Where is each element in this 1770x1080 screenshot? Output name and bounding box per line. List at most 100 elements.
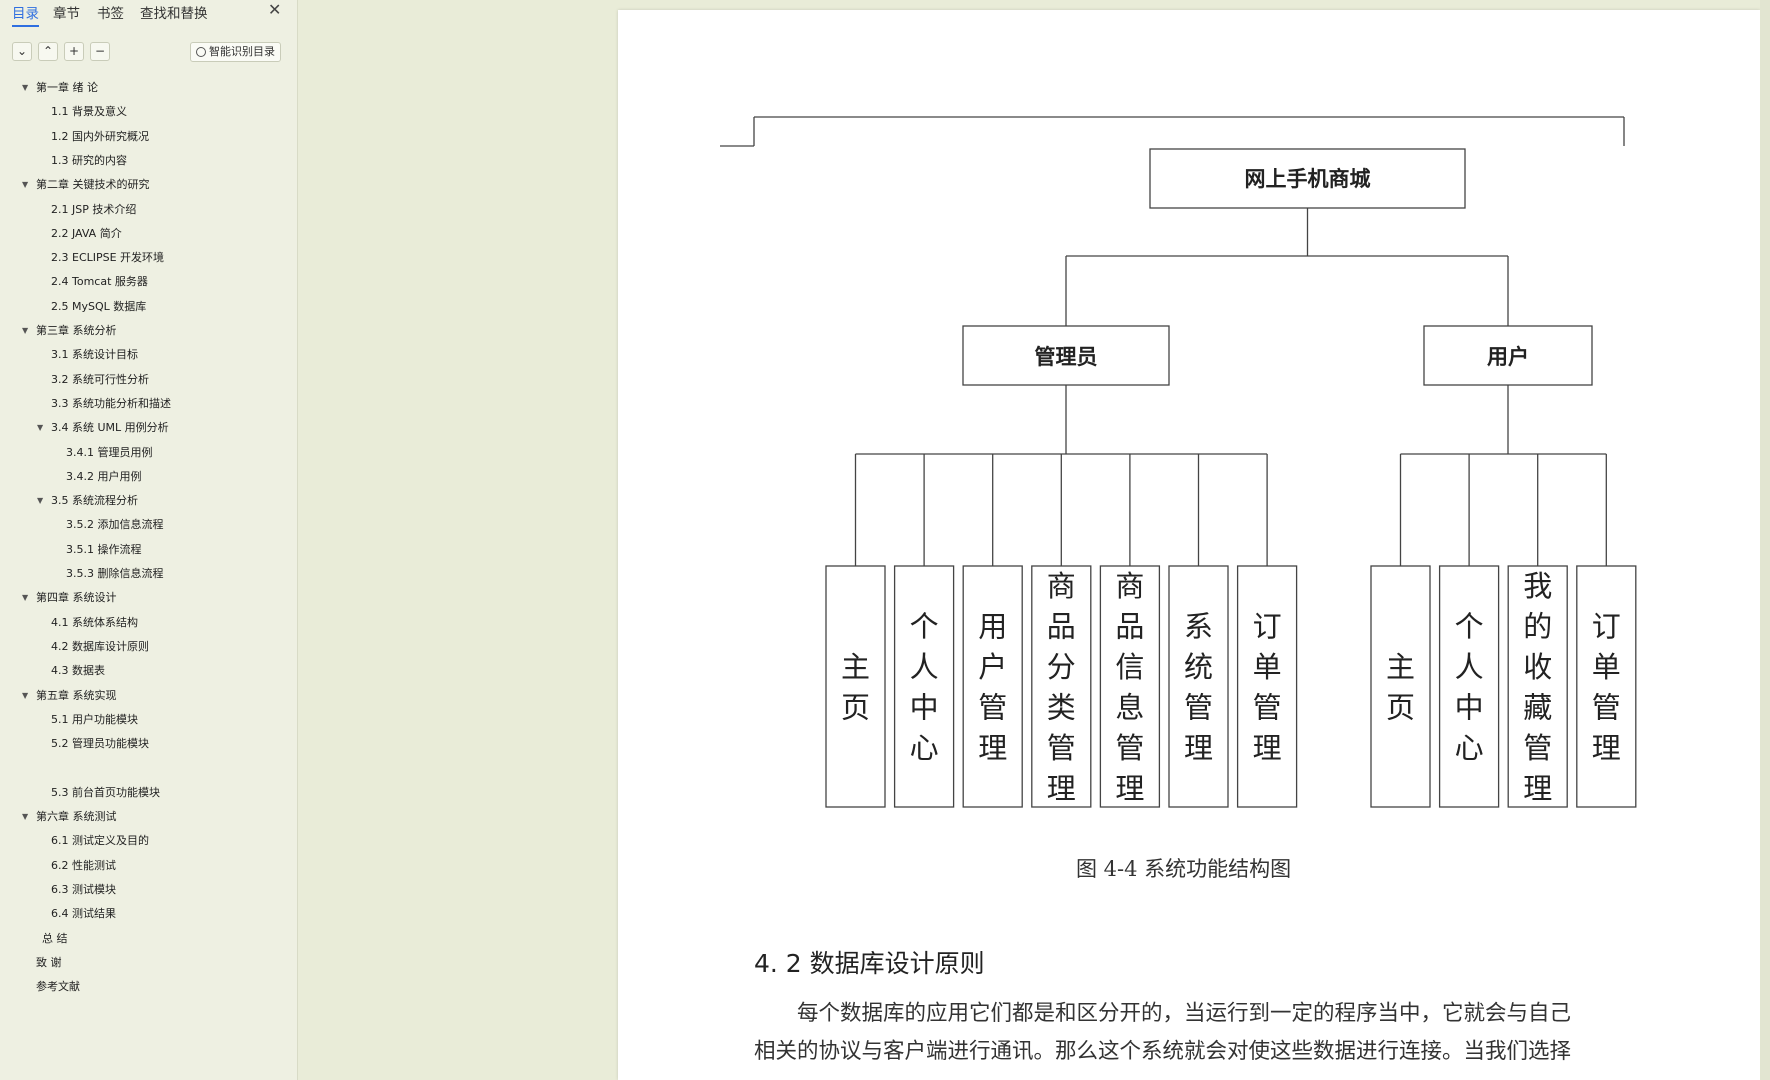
- toc-item[interactable]: 2.3 ECLIPSE 开发环境: [51, 250, 164, 266]
- expand-arrow-icon[interactable]: ▼: [22, 177, 28, 193]
- user-leaf-label: 个人中心: [1455, 610, 1484, 766]
- toc-item[interactable]: 3.5.2 添加信息流程: [66, 517, 164, 533]
- toc-item[interactable]: 致 谢: [36, 955, 62, 971]
- toc-item-label: 3.4 系统 UML 用例分析: [51, 421, 169, 435]
- leaf-char: 统: [1184, 650, 1213, 684]
- toc-item[interactable]: 4.3 数据表: [51, 663, 105, 679]
- admin-leaf-label: 商品分类管理: [1047, 569, 1076, 806]
- admin-leaf-label: 商品信息管理: [1115, 569, 1144, 806]
- toc-item[interactable]: 1.2 国内外研究概况: [51, 129, 149, 145]
- leaf-char: 管: [1115, 731, 1144, 765]
- toc-item-label: 3.1 系统设计目标: [51, 348, 138, 362]
- user-leaf-label: 订单管理: [1592, 610, 1621, 766]
- collapse-all-button[interactable]: ⌄: [12, 42, 32, 61]
- toc-item[interactable]: ▼ 第六章 系统测试: [22, 809, 117, 825]
- leaf-char: 理: [1253, 731, 1282, 765]
- toc-item[interactable]: 1.3 研究的内容: [51, 153, 127, 169]
- leaf-char: 藏: [1523, 691, 1552, 725]
- document-page: 网上手机商城 管理员 用户 主页 个人中心 用户管理 商品分类管理 商品信息管理 系统管理 订单管…: [618, 10, 1760, 1080]
- toc-item[interactable]: ▼ 第三章 系统分析: [22, 323, 117, 339]
- toc-item[interactable]: 6.3 测试模块: [51, 882, 116, 898]
- leaf-char: 理: [978, 731, 1007, 765]
- user-leaf-box: [1438, 565, 1500, 808]
- leaf-char: 主: [841, 650, 870, 684]
- toc-item[interactable]: 5.3 前台首页功能模块: [51, 785, 160, 801]
- expand-arrow-icon[interactable]: ▼: [22, 590, 28, 606]
- tab-toc[interactable]: 目录: [12, 2, 39, 27]
- tab-chapters[interactable]: 章节: [53, 2, 80, 22]
- toc-item[interactable]: ▼ 第五章 系统实现: [22, 688, 117, 704]
- leaf-char: 系: [1184, 610, 1213, 644]
- tab-bookmarks[interactable]: 书签: [97, 2, 124, 22]
- smart-toc-button[interactable]: 智能识别目录: [190, 42, 281, 62]
- paragraph-line: 每个数据库的应用它们都是和区分开的，当运行到一定的程序当中，它就会与自己: [797, 1001, 1572, 1026]
- leaf-char: 理: [1115, 772, 1144, 806]
- toc-item[interactable]: 4.2 数据库设计原则: [51, 639, 149, 655]
- leaf-char: 我: [1523, 569, 1552, 603]
- toc-item-label: 参考文献: [36, 980, 80, 994]
- toc-item[interactable]: 2.5 MySQL 数据库: [51, 299, 146, 315]
- toc-item[interactable]: 3.3 系统功能分析和描述: [51, 396, 171, 412]
- toc-item[interactable]: 3.5.1 操作流程: [66, 542, 142, 558]
- toc-item[interactable]: 6.1 测试定义及目的: [51, 833, 149, 849]
- toc-item[interactable]: 3.4.1 管理员用例: [66, 445, 153, 461]
- section-heading: 4. 2 数据库设计原则: [754, 949, 985, 978]
- toc-item[interactable]: 总 结: [42, 931, 68, 947]
- leaf-char: 的: [1523, 610, 1552, 644]
- expand-all-button[interactable]: ⌃: [38, 42, 58, 61]
- toc-item-label: 2.4 Tomcat 服务器: [51, 275, 148, 289]
- toc-item[interactable]: 5.2 管理员功能模块: [51, 736, 149, 752]
- figure-caption: 图 4-4 系统功能结构图: [1076, 857, 1292, 881]
- tab-find-replace[interactable]: 查找和替换: [140, 2, 208, 22]
- leaf-char: 人: [1455, 650, 1484, 684]
- toc-item[interactable]: 3.2 系统可行性分析: [51, 372, 149, 388]
- toc-item-label: 2.5 MySQL 数据库: [51, 299, 147, 313]
- toc-item[interactable]: 3.4.2 用户用例: [66, 469, 142, 485]
- toc-item-label: 3.5.1 操作流程: [66, 542, 142, 556]
- leaf-char: 页: [841, 691, 870, 725]
- toc-item[interactable]: 5.1 用户功能模块: [51, 712, 138, 728]
- leaf-char: 商: [1047, 569, 1076, 603]
- leaf-char: 订: [1253, 610, 1282, 644]
- remove-entry-button[interactable]: −: [90, 42, 110, 61]
- toc-item[interactable]: 6.2 性能测试: [51, 858, 116, 874]
- admin-leaf-label: 个人中心: [910, 610, 939, 766]
- toc-item[interactable]: 6.4 测试结果: [51, 906, 116, 922]
- admin-label: 管理员: [1035, 345, 1098, 369]
- close-icon[interactable]: ✕: [268, 0, 281, 19]
- toc-item[interactable]: 2.1 JSP 技术介绍: [51, 202, 136, 218]
- add-entry-button[interactable]: +: [64, 42, 84, 61]
- toc-item-label: 5.2 管理员功能模块: [51, 737, 149, 751]
- toc-item[interactable]: 3.1 系统设计目标: [51, 347, 138, 363]
- toc-item[interactable]: 2.2 JAVA 简介: [51, 226, 122, 242]
- user-label: 用户: [1487, 345, 1529, 369]
- toc-item-label: 总 结: [42, 931, 68, 945]
- expand-arrow-icon[interactable]: ▼: [37, 493, 43, 509]
- toc-item[interactable]: ▼ 3.4 系统 UML 用例分析: [37, 420, 169, 436]
- expand-arrow-icon[interactable]: ▼: [22, 688, 28, 704]
- toc-item[interactable]: ▼ 第一章 绪 论: [22, 80, 98, 96]
- toc-item[interactable]: ▼ 3.5 系统流程分析: [37, 493, 138, 509]
- toc-item-label: 1.1 背景及意义: [51, 105, 127, 119]
- toc-item[interactable]: ▼ 第四章 系统设计: [22, 590, 117, 606]
- toc-item-label: 第四章 系统设计: [36, 591, 117, 605]
- expand-arrow-icon[interactable]: ▼: [22, 323, 28, 339]
- expand-arrow-icon[interactable]: ▼: [22, 80, 28, 96]
- expand-arrow-icon[interactable]: ▼: [22, 809, 28, 825]
- leaf-char: 息: [1115, 691, 1144, 725]
- toc-item-label: 6.2 性能测试: [51, 858, 116, 872]
- toc-item[interactable]: 1.1 背景及意义: [51, 104, 127, 120]
- admin-leaf-label: 订单管理: [1253, 610, 1282, 766]
- leaf-char: 管: [1253, 691, 1282, 725]
- admin-leaf-box: [893, 565, 955, 808]
- toc-item[interactable]: ▼ 第二章 关键技术的研究: [22, 177, 150, 193]
- leaf-char: 商: [1115, 569, 1144, 603]
- leaf-char: 理: [1184, 731, 1213, 765]
- toc-item[interactable]: 2.4 Tomcat 服务器: [51, 274, 148, 290]
- toc-item[interactable]: 4.1 系统体系结构: [51, 615, 138, 631]
- leaf-char: 分: [1047, 650, 1076, 684]
- expand-arrow-icon[interactable]: ▼: [37, 420, 43, 436]
- toc-item[interactable]: 参考文献: [36, 979, 80, 995]
- toc-item-label: 2.1 JSP 技术介绍: [51, 202, 137, 216]
- toc-item[interactable]: 3.5.3 删除信息流程: [66, 566, 164, 582]
